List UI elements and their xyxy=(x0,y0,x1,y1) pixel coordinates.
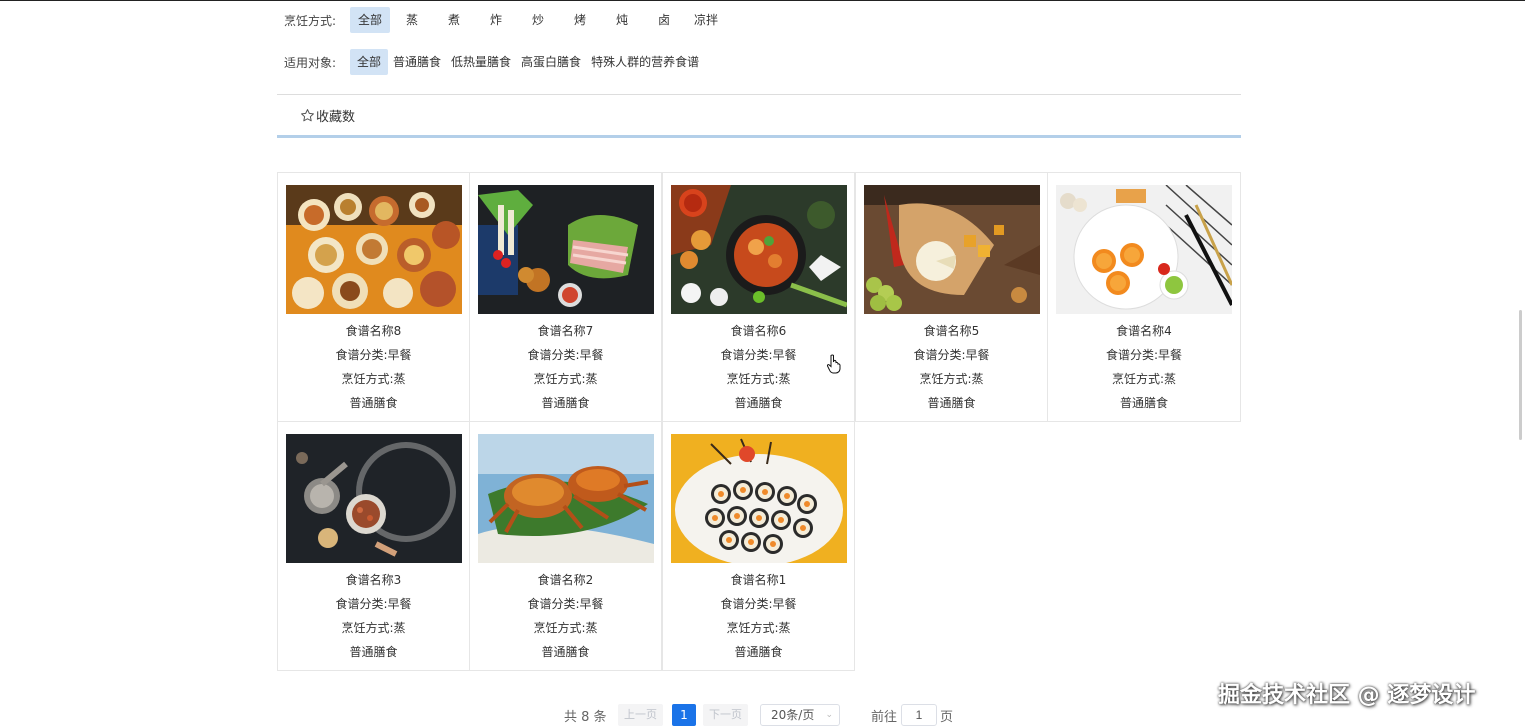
recipe-card[interactable]: 食谱名称6 食谱分类:早餐 烹饪方式:蒸 普通膳食 xyxy=(662,172,855,422)
cooking-option-stew[interactable]: 炖 xyxy=(602,7,642,33)
recipe-name: 食谱名称6 xyxy=(730,324,787,338)
recipe-card[interactable]: 食谱名称4 食谱分类:早餐 烹饪方式:蒸 普通膳食 xyxy=(1047,172,1241,422)
recipe-name: 食谱名称8 xyxy=(345,324,402,338)
watermark: 掘金技术社区 @ 逐梦设计 xyxy=(1218,683,1476,708)
cooking-option-fry[interactable]: 炸 xyxy=(476,7,516,33)
recipe-name: 食谱名称3 xyxy=(345,573,402,587)
audience-option-normal[interactable]: 普通膳食 xyxy=(389,49,445,75)
next-page-button[interactable]: 下一页 xyxy=(703,704,748,726)
dark-flour-spices-photo xyxy=(286,434,462,563)
recipe-cooking-method: 烹饪方式:蒸 xyxy=(533,621,598,635)
pagination-total: 共 8 条 xyxy=(564,710,607,725)
goto-page-input[interactable] xyxy=(901,704,937,726)
audience-option-high-protein[interactable]: 高蛋白膳食 xyxy=(517,49,585,75)
recipe-cooking-method: 烹饪方式:蒸 xyxy=(341,621,406,635)
goto-unit: 页 xyxy=(940,710,954,725)
recipe-card[interactable]: 食谱名称2 食谱分类:早餐 烹饪方式:蒸 普通膳食 xyxy=(469,421,662,671)
page-number-1[interactable]: 1 xyxy=(672,704,696,726)
recipe-name: 食谱名称7 xyxy=(537,324,594,338)
recipe-category: 食谱分类:早餐 xyxy=(527,597,604,611)
seafood-stew-photo xyxy=(671,185,847,314)
page-size-value: 20条/页 xyxy=(771,708,815,722)
recipe-name: 食谱名称5 xyxy=(923,324,980,338)
cooking-option-steam[interactable]: 蒸 xyxy=(392,7,432,33)
recipe-category: 食谱分类:早餐 xyxy=(335,348,412,362)
recipe-cooking-method: 烹饪方式:蒸 xyxy=(1111,372,1177,386)
sort-by-favorites[interactable]: 收藏数 xyxy=(300,104,355,126)
recipe-card[interactable]: 食谱名称3 食谱分类:早餐 烹饪方式:蒸 普通膳食 xyxy=(277,421,470,671)
audience-filter-label: 适用对象: xyxy=(284,55,337,70)
recipe-diet-type: 普通膳食 xyxy=(734,396,783,410)
recipe-diet-type: 普通膳食 xyxy=(734,645,783,659)
prev-page-button[interactable]: 上一页 xyxy=(618,704,663,726)
recipe-diet-type: 普通膳食 xyxy=(927,396,976,410)
star-outline-icon xyxy=(301,108,314,121)
breakfast-dishes-photo xyxy=(286,185,462,314)
recipe-cooking-method: 烹饪方式:蒸 xyxy=(341,372,406,386)
filter-divider xyxy=(277,94,1241,95)
recipe-diet-type: 普通膳食 xyxy=(541,396,590,410)
hand-cursor-icon xyxy=(826,354,841,374)
cooking-option-roast[interactable]: 烤 xyxy=(560,7,600,33)
chevron-down-icon: ⌄ xyxy=(825,710,833,720)
recipe-name: 食谱名称1 xyxy=(730,573,787,587)
page-scrollbar[interactable] xyxy=(1519,310,1522,440)
goto-label: 前往 xyxy=(871,710,898,725)
crabs-photo xyxy=(478,434,654,563)
audience-filter: 适用对象: 全部 普通膳食 低热量膳食 高蛋白膳食 特殊人群的营养食谱 xyxy=(284,49,705,75)
audience-option-low-calorie[interactable]: 低热量膳食 xyxy=(447,49,515,75)
recipe-category: 食谱分类:早餐 xyxy=(527,348,604,362)
audience-option-special[interactable]: 特殊人群的营养食谱 xyxy=(587,49,703,75)
recipe-card[interactable]: 食谱名称7 食谱分类:早餐 烹饪方式:蒸 普通膳食 xyxy=(469,172,662,422)
recipe-cooking-method: 烹饪方式:蒸 xyxy=(533,372,598,386)
cooking-method-filter: 烹饪方式: 全部 蒸 煮 炸 炒 烤 炖 卤 凉拌 xyxy=(284,7,728,33)
pastry-plate-photo xyxy=(1056,185,1232,314)
recipe-name: 食谱名称2 xyxy=(537,573,594,587)
cheese-platter-photo xyxy=(864,185,1040,314)
audience-option-all[interactable]: 全部 xyxy=(350,49,389,75)
recipe-category: 食谱分类:早餐 xyxy=(1105,348,1183,362)
cooking-option-all[interactable]: 全部 xyxy=(350,7,390,33)
page-size-select[interactable]: 20条/页 ⌄ xyxy=(760,704,840,726)
cooking-option-cold[interactable]: 凉拌 xyxy=(686,7,726,33)
hotpot-ingredients-photo xyxy=(478,185,654,314)
recipe-cooking-method: 烹饪方式:蒸 xyxy=(919,372,984,386)
recipe-card[interactable]: 食谱名称5 食谱分类:早餐 烹饪方式:蒸 普通膳食 xyxy=(855,172,1048,422)
recipe-diet-type: 普通膳食 xyxy=(349,396,398,410)
recipe-category: 食谱分类:早餐 xyxy=(913,348,990,362)
recipe-diet-type: 普通膳食 xyxy=(1119,396,1168,410)
sushi-rolls-photo xyxy=(671,434,847,563)
top-border xyxy=(0,0,1525,1)
recipe-card[interactable]: 食谱名称1 食谱分类:早餐 烹饪方式:蒸 普通膳食 xyxy=(662,421,855,671)
sort-tab-underline xyxy=(277,135,1241,138)
recipe-cooking-method: 烹饪方式:蒸 xyxy=(726,621,791,635)
recipe-diet-type: 普通膳食 xyxy=(541,645,590,659)
cooking-option-braise[interactable]: 卤 xyxy=(644,7,684,33)
cooking-filter-label: 烹饪方式: xyxy=(284,13,337,28)
recipe-diet-type: 普通膳食 xyxy=(349,645,398,659)
recipe-name: 食谱名称4 xyxy=(1116,324,1172,338)
cooking-option-stirfry[interactable]: 炒 xyxy=(518,7,558,33)
sort-label: 收藏数 xyxy=(316,109,356,125)
recipe-category: 食谱分类:早餐 xyxy=(335,597,412,611)
cooking-option-boil[interactable]: 煮 xyxy=(434,7,474,33)
recipe-card[interactable]: 食谱名称8 食谱分类:早餐 烹饪方式:蒸 普通膳食 xyxy=(277,172,470,422)
recipe-category: 食谱分类:早餐 xyxy=(720,597,797,611)
